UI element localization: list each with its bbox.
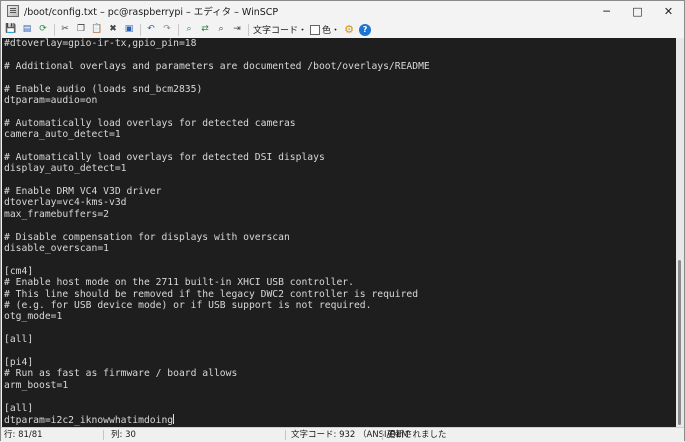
encoding-menu[interactable]: 文字コード・: [253, 23, 307, 36]
editor-line: display_auto_detect=1: [4, 163, 127, 175]
editor-line: #dtoverlay=gpio-ir-tx,gpio_pin=18: [4, 38, 197, 49]
window-title: /boot/config.txt – pc@raspberrypi – エディタ…: [24, 7, 279, 18]
vertical-scrollbar[interactable]: [676, 38, 684, 427]
color-checkbox[interactable]: [310, 24, 321, 35]
replace-icon[interactable]: ⇄: [199, 24, 211, 36]
find-icon[interactable]: ⌕: [183, 24, 195, 36]
editor-lines: #dtoverlay=gpio-ir-tx,gpio_pin=18 # Addit…: [2, 38, 676, 426]
status-divider: [382, 430, 383, 440]
editor-line: dtparam=audio=on: [4, 94, 98, 106]
find-next-icon[interactable]: ⌕: [215, 24, 227, 36]
editor-line: arm_boost=1: [4, 379, 69, 391]
select-all-icon[interactable]: ▣: [123, 24, 135, 36]
toolbar-separator: [248, 23, 249, 36]
editor-line: [cm4]: [4, 265, 34, 277]
undo-icon[interactable]: ↶: [145, 24, 157, 36]
editor-line: # This line should be removed if the leg…: [4, 288, 419, 300]
editor-line: [all]: [4, 334, 34, 346]
save-icon[interactable]: 💾: [5, 24, 17, 36]
close-button[interactable]: ✕: [653, 1, 684, 21]
toolbar: 💾 ▤ ⟳ ✂ ❐ 📋 ✖ ▣ ↶ ↷ ⌕ ⇄ ⌕ ⇥ 文字コード・ 色・ ⚙ …: [1, 21, 684, 38]
goto-line-icon[interactable]: ⇥: [231, 24, 243, 36]
scrollbar-thumb[interactable]: [678, 260, 681, 425]
help-icon[interactable]: ?: [359, 23, 372, 36]
delete-icon[interactable]: ✖: [107, 24, 119, 36]
toolbar-separator: [140, 23, 141, 36]
maximize-button[interactable]: □: [622, 1, 653, 21]
settings-icon[interactable]: ⚙: [343, 24, 355, 36]
editor-line: # Automatically load overlays for detect…: [4, 151, 325, 163]
editor-window: /boot/config.txt – pc@raspberrypi – エディタ…: [0, 0, 685, 442]
status-column: 列: 30: [111, 430, 136, 440]
editor-line: dtparam=i2c2_iknowwhatimdoing: [4, 413, 175, 426]
editor-line: # Disable compensation for displays with…: [4, 231, 290, 243]
toolbar-separator: [178, 23, 179, 36]
editor-line: disable_overscan=1: [4, 243, 109, 255]
editor-line: [all]: [4, 402, 34, 414]
editor-line: camera_auto_detect=1: [4, 129, 121, 141]
toolbar-separator: [54, 23, 55, 36]
editor-line: # Enable audio (loads snd_bcm2835): [4, 83, 203, 95]
editor-line: otg_mode=1: [4, 311, 63, 323]
text-editor[interactable]: #dtoverlay=gpio-ir-tx,gpio_pin=18 # Addit…: [2, 38, 676, 427]
editor-line: max_framebuffers=2: [4, 208, 109, 220]
editor-line: # Additional overlays and parameters are…: [4, 60, 430, 72]
app-icon: [7, 5, 19, 17]
cut-icon[interactable]: ✂: [59, 24, 71, 36]
editor-line: # Enable DRM VC4 V3D driver: [4, 186, 162, 198]
status-line: 行: 81/81: [4, 430, 43, 440]
save-all-icon[interactable]: ▤: [21, 24, 33, 36]
status-divider: [285, 430, 286, 440]
title-bar[interactable]: /boot/config.txt – pc@raspberrypi – エディタ…: [1, 1, 684, 21]
editor-line: # Automatically load overlays for detect…: [4, 117, 296, 129]
reload-icon[interactable]: ⟳: [37, 24, 49, 36]
redo-icon[interactable]: ↷: [161, 24, 173, 36]
editor-line: # Enable host mode on the 2711 built-in …: [4, 277, 354, 289]
editor-line: # (e.g. for USB device mode) or if USB s…: [4, 299, 372, 311]
editor-line: dtoverlay=vc4-kms-v3d: [4, 197, 127, 209]
editor-line: # Run as fast as firmware / board allows: [4, 368, 238, 380]
status-modified: 更新されました: [387, 430, 447, 440]
minimize-button[interactable]: ─: [591, 1, 622, 21]
text-caret: [173, 413, 175, 424]
status-divider: [103, 430, 104, 440]
window-controls: ─ □ ✕: [591, 1, 684, 21]
status-bar: 行: 81/81 列: 30 文字コード: 932 （ANSI/OEM 更新され…: [1, 427, 684, 442]
color-menu[interactable]: 色・: [322, 23, 340, 36]
editor-line: [pi4]: [4, 356, 34, 368]
paste-icon[interactable]: 📋: [91, 24, 103, 36]
copy-icon[interactable]: ❐: [75, 24, 87, 36]
